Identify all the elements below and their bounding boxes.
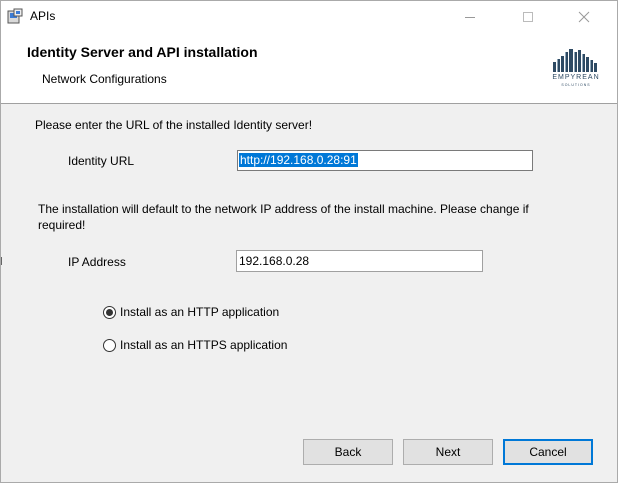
https-option[interactable]: Install as an HTTPS application bbox=[103, 337, 287, 353]
maximize-button[interactable] bbox=[505, 1, 551, 32]
next-button[interactable]: Next bbox=[403, 439, 493, 465]
page-title: Identity Server and API installation bbox=[27, 44, 258, 60]
minimize-icon bbox=[465, 16, 475, 18]
page-subtitle: Network Configurations bbox=[42, 72, 167, 86]
ip-address-input[interactable]: 192.168.0.28 bbox=[236, 250, 483, 272]
identity-url-input[interactable]: http://192.168.0.28:91 bbox=[237, 150, 533, 171]
window-edge-mark bbox=[1, 257, 2, 265]
http-radio[interactable] bbox=[103, 305, 116, 319]
identity-prompt: Please enter the URL of the installed Id… bbox=[35, 118, 313, 132]
https-radio[interactable] bbox=[103, 338, 116, 352]
title-bar[interactable]: APIs bbox=[1, 1, 617, 32]
identity-url-label: Identity URL bbox=[68, 154, 135, 168]
logo-wordmark: EMPYREAN bbox=[552, 74, 599, 81]
close-button[interactable] bbox=[561, 1, 607, 32]
http-option[interactable]: Install as an HTTP application bbox=[103, 304, 279, 320]
network-prompt: The installation will default to the net… bbox=[38, 202, 529, 232]
empyrean-logo: EMPYREAN SOLUTIONS bbox=[545, 48, 607, 88]
window-title: APIs bbox=[30, 9, 56, 23]
https-option-label: Install as an HTTPS application bbox=[120, 338, 288, 352]
http-option-label: Install as an HTTP application bbox=[120, 305, 280, 319]
wizard-header: Identity Server and API installation Net… bbox=[1, 32, 617, 104]
logo-tagline: SOLUTIONS bbox=[561, 83, 590, 87]
maximize-icon bbox=[523, 11, 533, 22]
identity-url-value: http://192.168.0.28:91 bbox=[239, 153, 358, 167]
back-button[interactable]: Back bbox=[303, 439, 393, 465]
minimize-button[interactable] bbox=[447, 1, 493, 32]
installer-window: APIs Identity Server and API installatio… bbox=[0, 0, 618, 483]
cancel-button[interactable]: Cancel bbox=[503, 439, 593, 465]
close-icon bbox=[578, 11, 590, 22]
ip-address-label: IP Address bbox=[68, 255, 126, 269]
ip-address-value: 192.168.0.28 bbox=[239, 254, 310, 268]
installer-icon bbox=[7, 8, 23, 24]
